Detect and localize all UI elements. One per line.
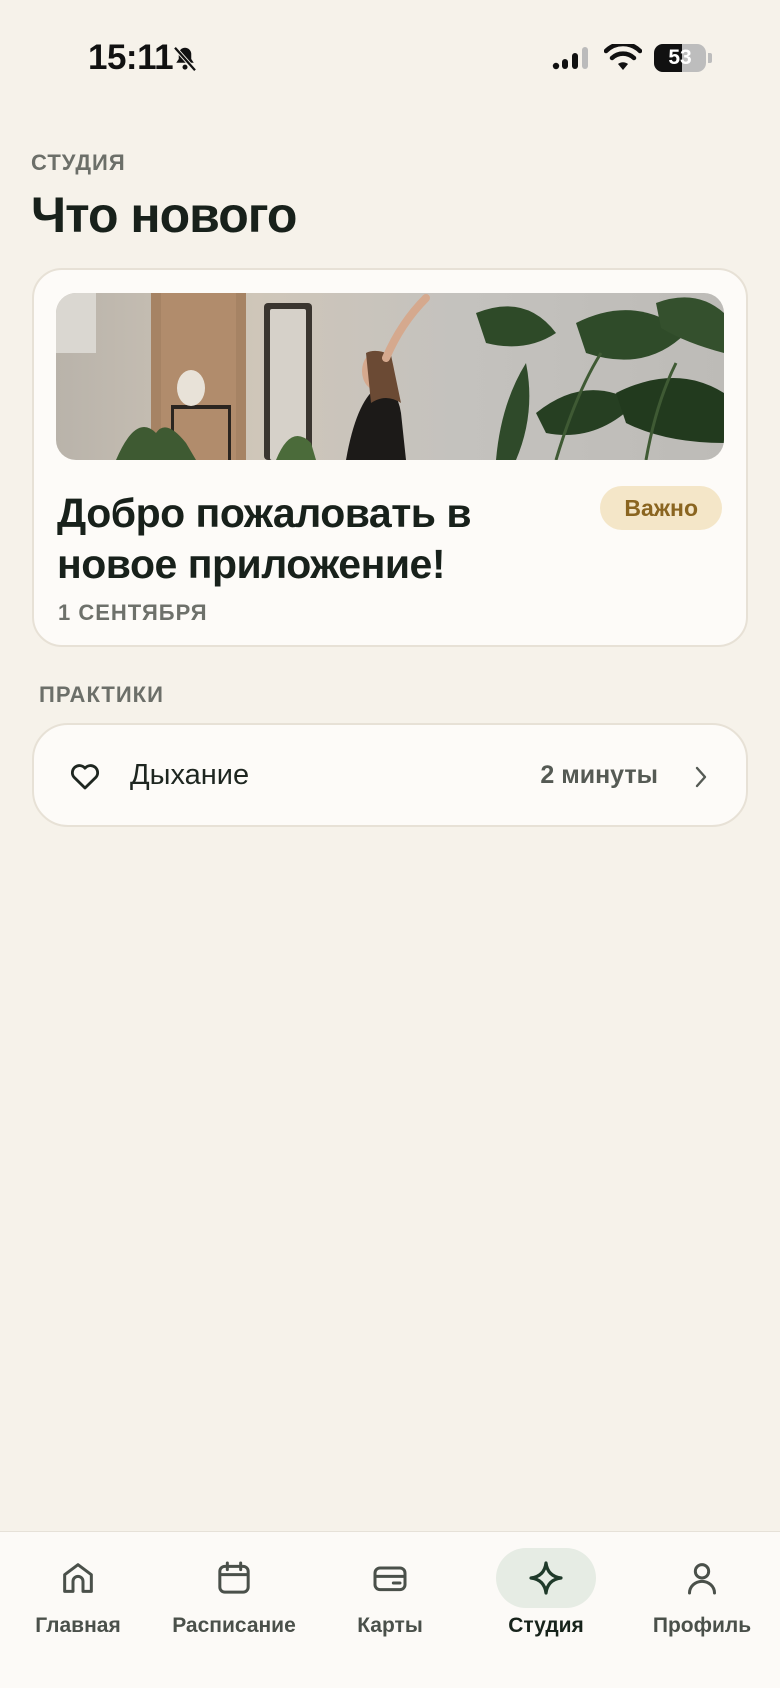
tab-home[interactable]: Главная — [0, 1532, 156, 1642]
tab-home-icon-wrap — [28, 1548, 128, 1608]
bell-muted-icon — [173, 46, 197, 72]
tab-schedule[interactable]: Расписание — [156, 1532, 312, 1642]
tab-cards-icon-wrap — [340, 1548, 440, 1608]
tab-cards[interactable]: Карты — [312, 1532, 468, 1642]
tab-cards-label: Карты — [357, 1614, 423, 1637]
practices-section-label: ПРАКТИКИ — [39, 682, 164, 707]
tab-profile-icon-wrap — [652, 1548, 752, 1608]
tab-schedule-icon-wrap — [184, 1548, 284, 1608]
section-eyebrow: СТУДИЯ — [31, 150, 126, 175]
status-time: 15:11 — [88, 38, 174, 77]
news-date: 1 СЕНТЯБРЯ — [58, 600, 208, 625]
news-card[interactable]: Добро пожаловать в новое приложение! Важ… — [32, 268, 748, 647]
calendar-icon — [218, 1561, 250, 1594]
tab-studio-label: Студия — [508, 1614, 584, 1637]
page-title: Что нового — [31, 187, 297, 243]
yoga-photo-illustration — [56, 293, 724, 460]
heart-icon — [70, 764, 100, 790]
practice-duration: 2 минуты — [540, 761, 658, 789]
card-icon — [373, 1566, 407, 1592]
home-icon — [63, 1563, 93, 1593]
bottom-tab-bar: Главная Расписание Карты Студия Профиль — [0, 1531, 780, 1688]
practice-item-breathing[interactable]: Дыхание 2 минуты — [32, 723, 748, 827]
tab-home-label: Главная — [35, 1614, 121, 1637]
tab-studio-icon-wrap — [496, 1548, 596, 1608]
tab-profile-label: Профиль — [652, 1614, 752, 1637]
status-bar: 15:11 53 — [0, 0, 780, 120]
person-icon — [688, 1563, 716, 1595]
tab-profile[interactable]: Профиль — [624, 1532, 780, 1642]
studio-screen: 15:11 53 СТУДИЯ Что нового Добро пожалов… — [0, 0, 780, 1688]
wifi-icon — [604, 44, 642, 70]
battery-percent: 53 — [668, 46, 692, 69]
battery-tip — [708, 53, 712, 63]
important-badge: Важно — [600, 486, 722, 530]
tab-schedule-label: Расписание — [172, 1614, 296, 1637]
sparkle-icon — [529, 1561, 563, 1595]
news-headline: Добро пожаловать в новое приложение! — [57, 490, 472, 587]
chevron-right-icon — [695, 766, 707, 788]
news-image — [56, 293, 724, 460]
status-right: 53 — [552, 44, 712, 72]
tab-studio[interactable]: Студия — [468, 1532, 624, 1642]
battery-indicator: 53 — [654, 44, 706, 72]
cellular-signal-icon — [552, 47, 588, 70]
practice-name: Дыхание — [130, 759, 250, 791]
